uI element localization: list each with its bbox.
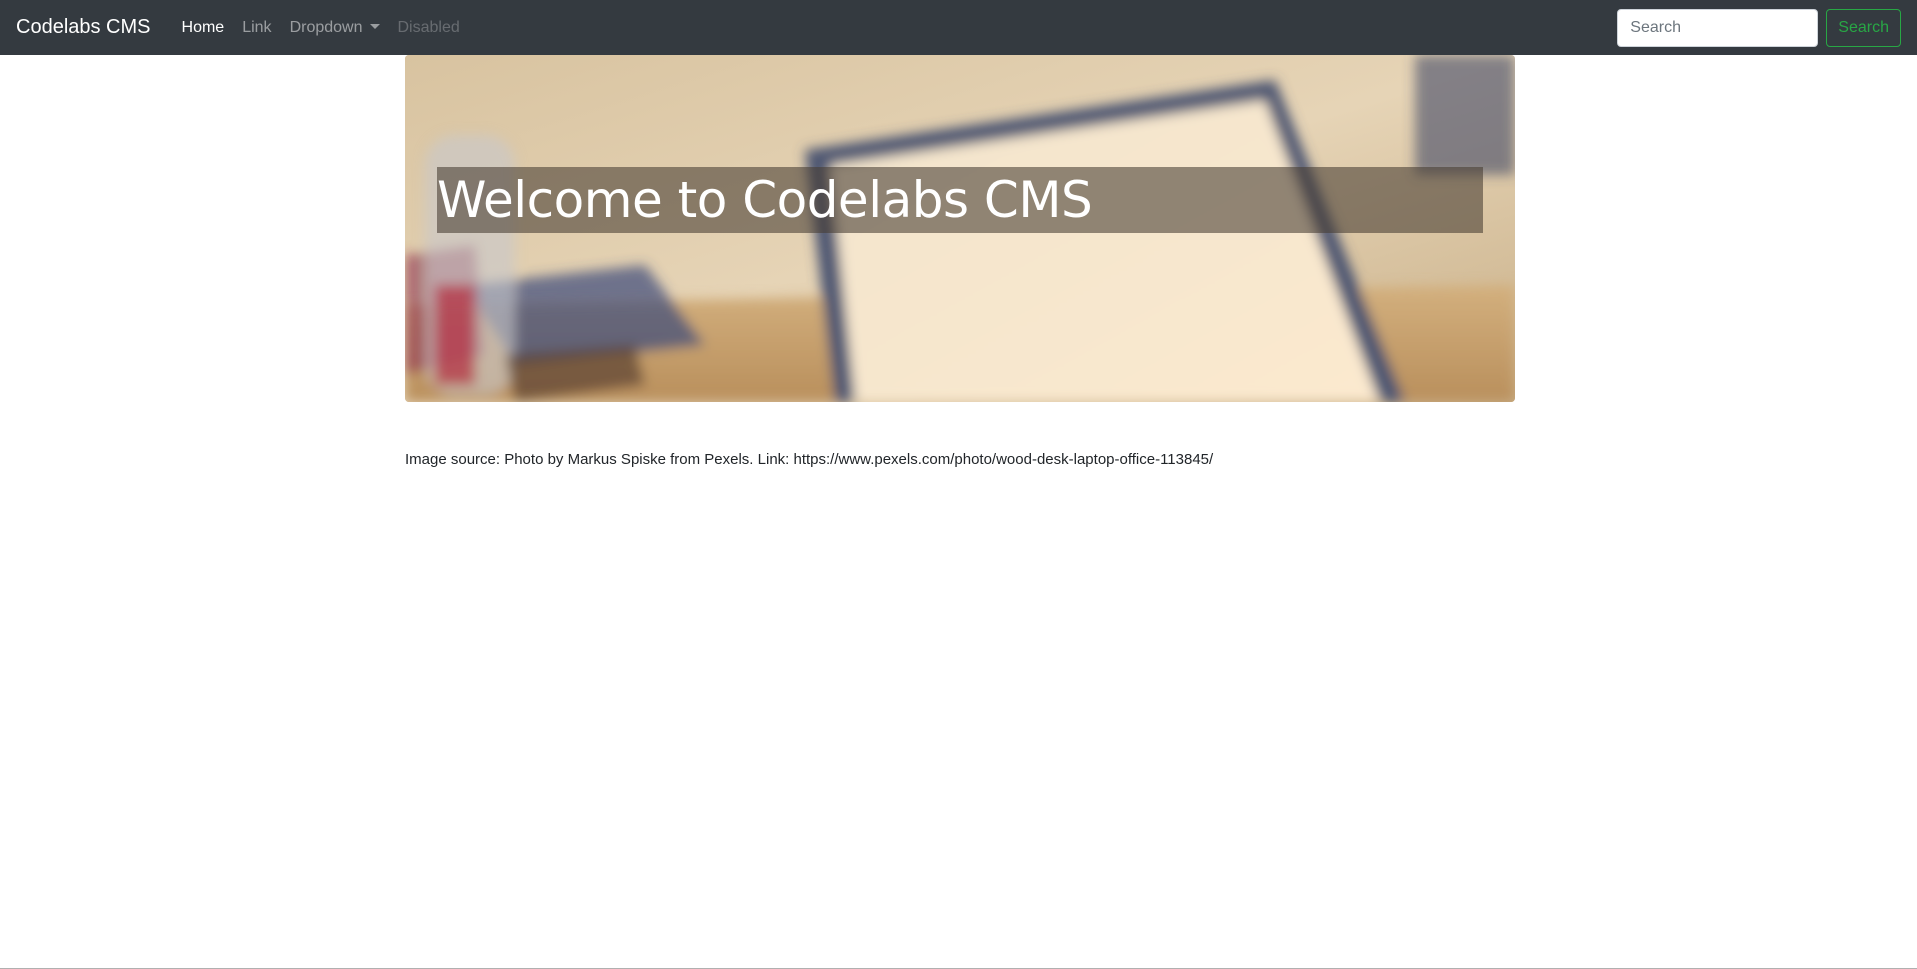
top-navbar: Codelabs CMS Home Link Dropdown Disabled…: [0, 0, 1917, 55]
nav-dropdown-toggle[interactable]: Dropdown: [281, 19, 389, 37]
hero-title-overlay: Welcome to Codelabs CMS: [437, 167, 1483, 233]
search-form: Search: [1617, 8, 1901, 47]
search-input[interactable]: [1617, 8, 1819, 47]
caret-down-icon: [369, 24, 380, 29]
nav-links: Home Link Dropdown Disabled: [173, 19, 469, 37]
nav-link-disabled: Disabled: [397, 18, 460, 36]
nav-link-home[interactable]: Home: [173, 19, 234, 37]
hero-title: Welcome to Codelabs CMS: [437, 171, 1093, 229]
brand-logo[interactable]: Codelabs CMS: [16, 16, 151, 39]
search-button[interactable]: Search: [1826, 8, 1901, 47]
nav-dropdown-label: Dropdown: [289, 18, 363, 36]
hero-banner: Welcome to Codelabs CMS: [405, 55, 1515, 402]
image-source-caption: Image source: Photo by Markus Spiske fro…: [405, 451, 1214, 468]
nav-link-link[interactable]: Link: [233, 19, 280, 37]
